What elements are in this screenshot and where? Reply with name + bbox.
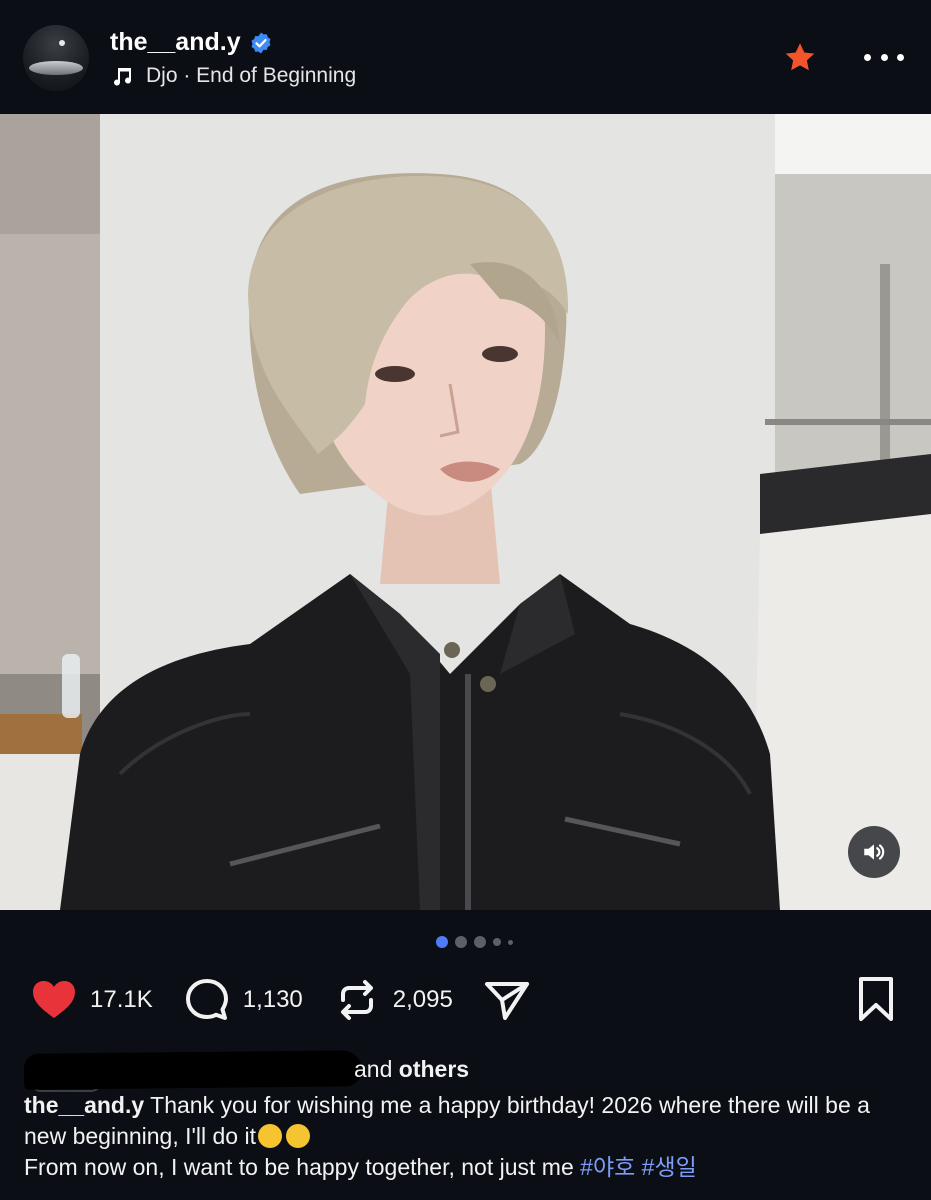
music-note-icon: [114, 68, 132, 86]
carousel-dot: [455, 936, 467, 948]
like-count: 17.1K: [90, 986, 153, 1013]
repost-button[interactable]: 2,095: [333, 976, 453, 1024]
star-icon[interactable]: [782, 40, 818, 76]
post-caption: the__and.y Thank you for wishing me a ha…: [24, 1090, 914, 1183]
caption-line2: From now on, I want to be happy together…: [24, 1154, 574, 1180]
comment-bubble-icon: [185, 979, 228, 1020]
liked-by-others-label: others: [398, 1056, 470, 1082]
post-photo[interactable]: [0, 114, 931, 910]
sound-toggle-button[interactable]: [848, 826, 900, 878]
liked-by-line[interactable]: and others: [23, 1050, 504, 1092]
carousel-dot-active: [436, 936, 448, 948]
post-header: the__and.y Djo · End of Beginning: [0, 0, 931, 114]
carousel-dot: [474, 936, 486, 948]
more-dot: [880, 53, 888, 61]
more-dot: [897, 53, 904, 61]
comment-button[interactable]: 1,130: [183, 976, 303, 1024]
avatar-dot: [59, 40, 65, 46]
heart-icon: [33, 981, 75, 1018]
caption-username[interactable]: the__and.y: [24, 1092, 144, 1118]
liked-by-others[interactable]: and others: [354, 1056, 469, 1083]
grinning-squinting-face-emoji: [286, 1124, 310, 1148]
portrait-illustration: [0, 114, 931, 910]
avatar-disc: [29, 61, 83, 75]
hashtag-link[interactable]: #생일: [642, 1154, 697, 1180]
repost-count: 2,095: [392, 986, 453, 1013]
hashtag-link[interactable]: #야호: [580, 1154, 635, 1180]
speaker-icon: [864, 844, 885, 860]
liked-by-and: and: [354, 1056, 393, 1082]
more-dot: [864, 53, 871, 61]
caption-line1: Thank you for wishing me a happy birthda…: [24, 1092, 870, 1149]
redacted-region: [23, 1050, 363, 1090]
avatar[interactable]: [23, 25, 89, 91]
like-button[interactable]: 17.1K: [30, 976, 153, 1024]
music-info[interactable]: Djo · End of Beginning: [110, 64, 356, 88]
verified-badge-icon: [251, 32, 271, 53]
send-icon: [484, 982, 529, 1020]
action-bar: 17.1K 1,130 2,095: [30, 976, 561, 1024]
bookmark-icon[interactable]: [856, 976, 896, 1022]
carousel-dot: [508, 939, 513, 945]
music-text: Djo · End of Beginning: [146, 64, 357, 87]
username-text[interactable]: the__and.y: [110, 28, 241, 57]
comment-count: 1,130: [242, 986, 303, 1013]
carousel-dot: [493, 938, 501, 946]
carousel-indicator: [436, 936, 513, 948]
smiling-face-emoji: [258, 1124, 282, 1148]
share-button[interactable]: [483, 976, 531, 1024]
more-options-button[interactable]: [864, 46, 904, 68]
repost-icon: [340, 980, 373, 1020]
post-username[interactable]: the__and.y: [110, 28, 273, 57]
